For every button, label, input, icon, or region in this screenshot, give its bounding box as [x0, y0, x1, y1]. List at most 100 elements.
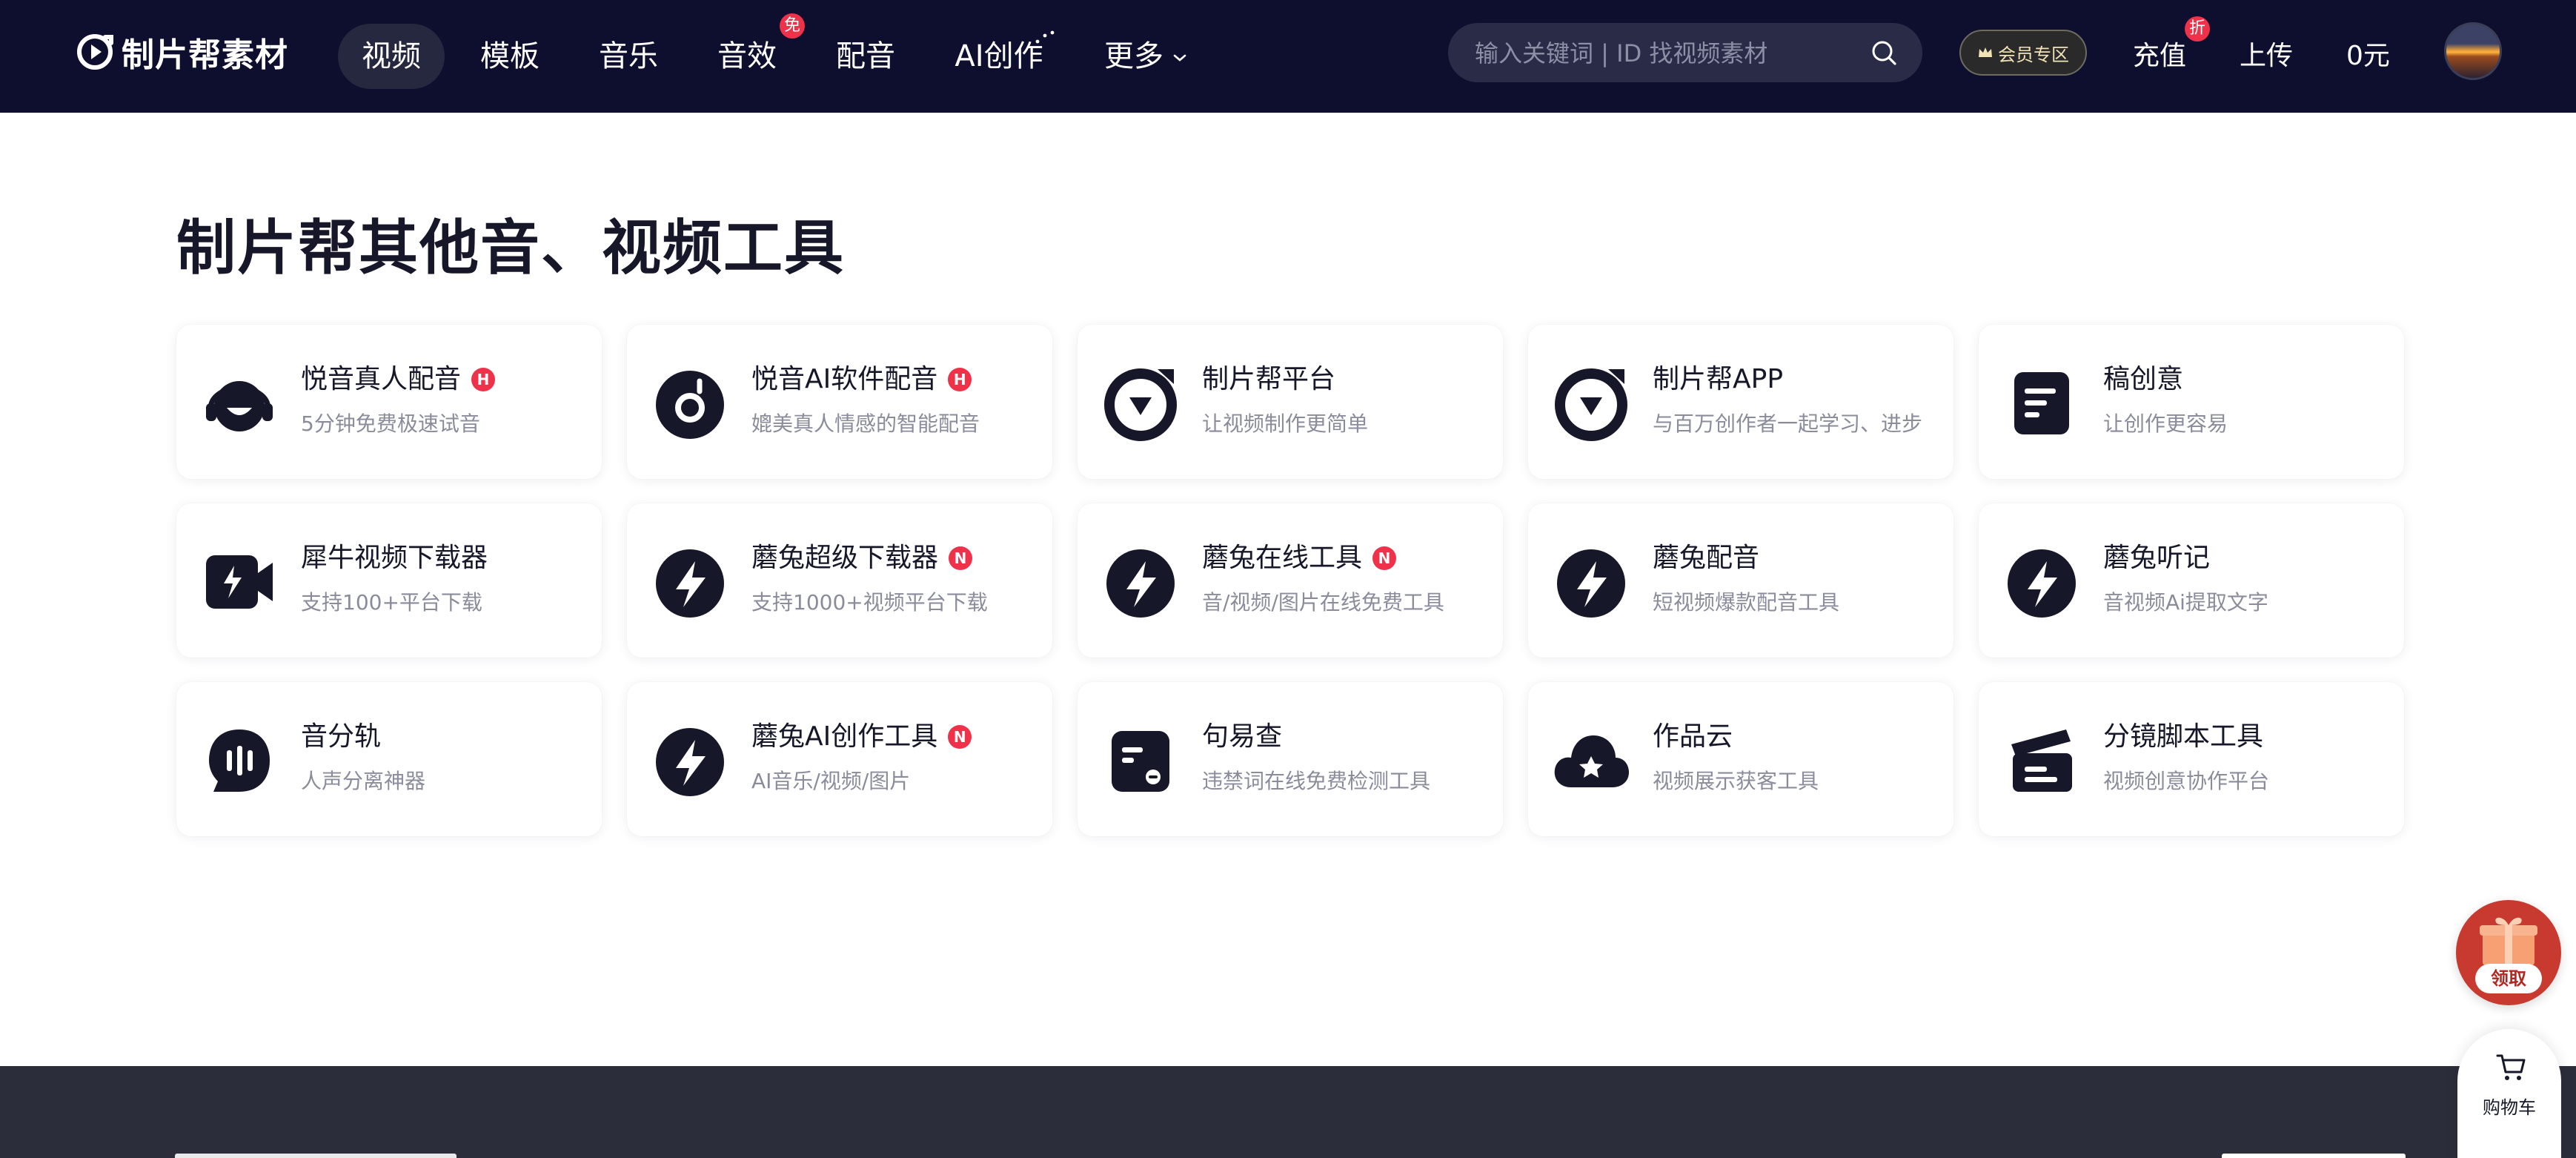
- tool-card[interactable]: 蘑兔听记 音视频Ai提取文字: [1979, 503, 2404, 658]
- tool-card-desc: 支持1000+视频平台下载: [751, 590, 988, 615]
- tools-grid: 悦音真人配音 H 5分钟免费极速试音 悦音AI软件配音 H 媲美真人情感的智能配音 …: [176, 325, 2406, 836]
- tool-card[interactable]: 稿创意 让创作更容易: [1979, 325, 2404, 479]
- footer-logo: [175, 1154, 457, 1158]
- vip-zone-button[interactable]: 会员专区: [1959, 30, 2087, 76]
- footer: [0, 1066, 2576, 1158]
- search-input[interactable]: [1473, 23, 1862, 84]
- tool-card-desc: 人声分离神器: [301, 769, 426, 793]
- tool-card[interactable]: 分镜脚本工具 视频创意协作平台: [1979, 682, 2404, 836]
- tool-card[interactable]: 制片帮平台 让视频制作更简单: [1078, 325, 1503, 479]
- tool-card-desc: 让创作更容易: [2103, 411, 2228, 436]
- lightning-icon: [1106, 549, 1175, 618]
- tool-card-title: 制片帮APP: [1653, 364, 1784, 394]
- logo-play-icon: [77, 34, 113, 70]
- gift-box-icon: [2480, 917, 2537, 965]
- tool-card-title: 蘑兔配音: [1653, 543, 1760, 573]
- tool-card-title: 悦音真人配音 H: [301, 357, 496, 396]
- cart-icon: [2496, 1054, 2526, 1080]
- tool-card-desc: 支持100+平台下载: [301, 590, 482, 615]
- cart-label: 购物车: [2483, 1097, 2536, 1118]
- nav-sound-effect-label: 音效: [717, 39, 777, 73]
- tool-card[interactable]: 制片帮APP 与百万创作者一起学习、进步: [1528, 325, 1953, 479]
- tool-card-title: 蘑兔在线工具 N: [1202, 536, 1397, 575]
- nav-ai-create-label: AI创作: [955, 39, 1043, 73]
- tool-card[interactable]: 作品云 视频展示获客工具: [1528, 682, 1953, 836]
- tool-card[interactable]: 蘑兔在线工具 N 音/视频/图片在线免费工具: [1078, 503, 1503, 658]
- tool-card[interactable]: 犀牛视频下载器 支持100+平台下载: [176, 503, 602, 658]
- nav-more-label: 更多: [1104, 39, 1163, 73]
- nav-more[interactable]: 更多: [1094, 24, 1198, 89]
- tool-card-desc: 与百万创作者一起学习、进步: [1653, 411, 1923, 436]
- tool-card-title: 犀牛视频下载器: [301, 543, 488, 573]
- hot-badge: H: [948, 368, 972, 391]
- lightning-icon: [656, 549, 724, 618]
- tool-card[interactable]: 蘑兔配音 短视频爆款配音工具: [1528, 503, 1953, 658]
- claim-label: 领取: [2475, 964, 2542, 993]
- tool-card-desc: 让视频制作更简单: [1202, 411, 1369, 436]
- gift-float-button[interactable]: 领取: [2456, 900, 2561, 1005]
- footer-button[interactable]: [2222, 1154, 2406, 1158]
- nav-music[interactable]: 音乐: [578, 24, 679, 89]
- tool-card-title: 句易查: [1202, 721, 1283, 752]
- tool-card-desc: 音/视频/图片在线免费工具: [1202, 590, 1444, 615]
- clapperboard-icon: [2011, 729, 2072, 792]
- tool-card-desc: 视频展示获客工具: [1653, 769, 1819, 793]
- tool-card-desc: 短视频爆款配音工具: [1653, 590, 1840, 615]
- tool-card[interactable]: 蘑兔AI创作工具 N AI音乐/视频/图片: [627, 682, 1052, 836]
- cloud-icon: [1554, 735, 1629, 787]
- tool-card-title: 制片帮平台: [1202, 364, 1336, 394]
- discount-badge: 折: [2185, 16, 2210, 42]
- tool-card-title: 作品云: [1653, 721, 1733, 752]
- lightning-icon: [656, 728, 724, 796]
- new-badge: N: [948, 725, 972, 749]
- hot-badge: H: [471, 368, 496, 391]
- tool-card-title: 蘑兔超级下载器 N: [751, 536, 973, 575]
- tool-card-desc: 违禁词在线免费检测工具: [1202, 769, 1431, 793]
- tool-card-desc: 音视频Ai提取文字: [2103, 590, 2268, 615]
- tool-card[interactable]: 音分轨 人声分离神器: [176, 682, 602, 836]
- nav-template[interactable]: 模板: [459, 24, 560, 89]
- tool-card-title: 蘑兔听记: [2103, 543, 2211, 573]
- nav-dubbing[interactable]: 配音: [815, 24, 916, 89]
- zhipianbang-logo-icon: [1555, 368, 1627, 441]
- tool-card[interactable]: 蘑兔超级下载器 N 支持1000+视频平台下载: [627, 503, 1052, 658]
- tool-card-title: 蘑兔AI创作工具 N: [751, 715, 972, 753]
- tool-card-desc: 视频创意协作平台: [2103, 769, 2270, 793]
- lightning-icon: [1557, 549, 1625, 618]
- new-badge: N: [949, 546, 973, 570]
- tool-card[interactable]: 悦音真人配音 H 5分钟免费极速试音: [176, 325, 602, 479]
- page-title: 制片帮其他音、视频工具: [176, 214, 845, 282]
- video-camera-icon: [206, 555, 273, 609]
- free-badge: 免: [780, 13, 805, 39]
- tool-card-title: 音分轨: [301, 721, 382, 752]
- tool-card-desc: AI音乐/视频/图片: [751, 769, 911, 793]
- audio-wave-icon: [209, 729, 270, 792]
- nav-video[interactable]: 视频: [338, 24, 445, 89]
- zhipianbang-logo-icon: [1104, 368, 1177, 441]
- upload-link[interactable]: 上传: [2240, 24, 2293, 89]
- sparkle-icon: [1035, 30, 1055, 44]
- tool-card-desc: 5分钟免费极速试音: [301, 411, 480, 436]
- search-icon[interactable]: [1870, 39, 1897, 66]
- headset-icon: [206, 381, 273, 431]
- vip-zone-label: 会员专区: [1998, 44, 2069, 65]
- crown-icon: [1979, 47, 1992, 57]
- site-logo[interactable]: 制片帮素材: [76, 28, 288, 76]
- tool-card-desc: 媲美真人情感的智能配音: [751, 411, 980, 436]
- tool-card[interactable]: 句易查 违禁词在线免费检测工具: [1078, 682, 1503, 836]
- document-icon: [2014, 372, 2069, 434]
- recharge-link[interactable]: 充值: [2133, 24, 2186, 89]
- tool-card-title: 稿创意: [2103, 364, 2184, 394]
- tool-card-title: 分镜脚本工具: [2103, 721, 2264, 752]
- user-avatar[interactable]: [2444, 22, 2502, 80]
- lightning-icon: [2008, 549, 2076, 618]
- chevron-down-icon: [1173, 54, 1186, 62]
- music-disc-icon: [656, 371, 724, 439]
- balance-link[interactable]: 0元: [2346, 24, 2390, 89]
- top-navbar: 制片帮素材 视频 模板 音乐 音效 免 配音 AI创作 更多 会员专区 充值 折…: [0, 0, 2576, 113]
- tool-card[interactable]: 悦音AI软件配音 H 媲美真人情感的智能配音: [627, 325, 1052, 479]
- cart-float-button[interactable]: 购物车: [2457, 1029, 2561, 1158]
- check-doc-icon: [1112, 731, 1169, 792]
- new-badge: N: [1372, 546, 1397, 570]
- logo-text: 制片帮素材: [122, 36, 288, 74]
